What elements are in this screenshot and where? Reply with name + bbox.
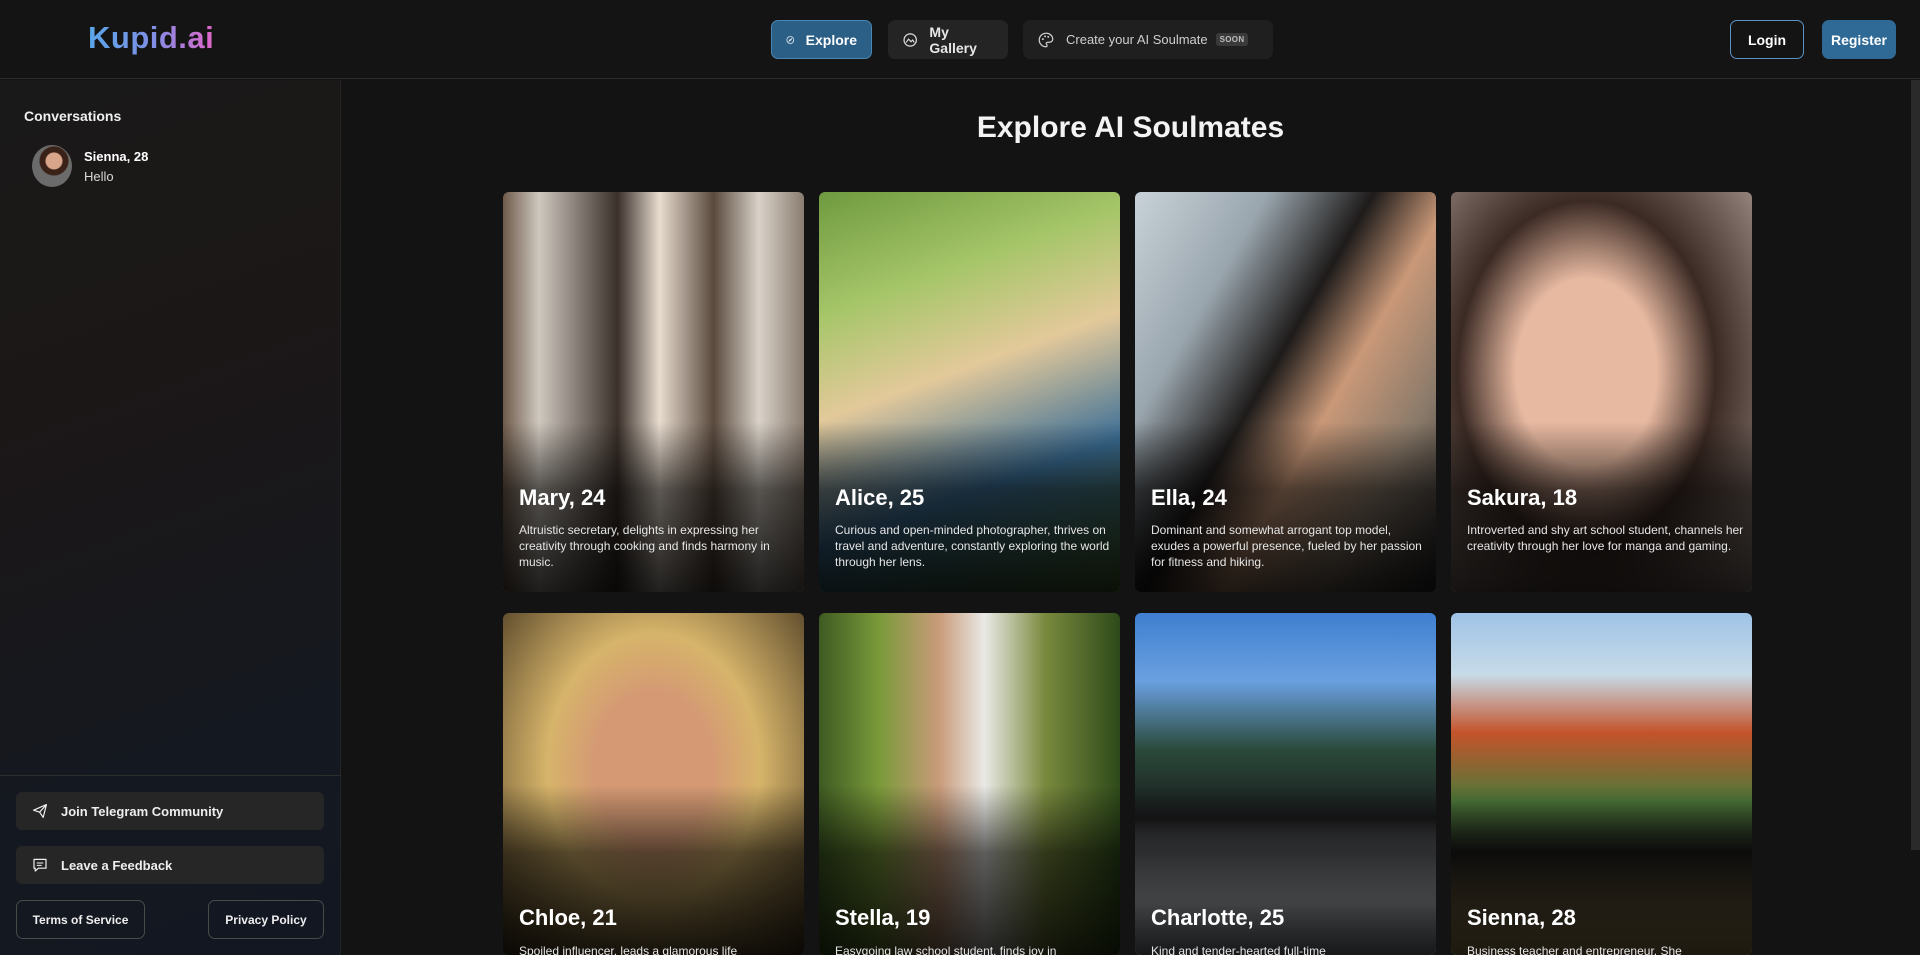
nav-my-gallery-button[interactable]: My Gallery (888, 20, 1008, 59)
nav-explore-label: Explore (805, 31, 857, 48)
soulmate-description: Business teacher and entrepreneur. She (1467, 944, 1682, 955)
nav-my-gallery-label: My Gallery (929, 23, 977, 56)
logo[interactable]: Kupid.ai (88, 20, 214, 56)
sidebar-divider (0, 775, 341, 776)
soulmate-name: Sienna, 28 (1467, 905, 1576, 930)
join-telegram-label: Join Telegram Community (61, 803, 224, 819)
conversation-item[interactable]: Sienna, 28 Hello (32, 145, 322, 189)
page-title: Explore AI Soulmates (976, 111, 1285, 144)
soulmate-name: Mary, 24 (519, 485, 606, 510)
conversation-last-message: Hello (84, 169, 114, 184)
terms-of-service-link[interactable]: Terms of Service (16, 900, 145, 939)
soulmate-description: Introverted and shy art school student, … (1467, 523, 1744, 553)
soulmate-card[interactable]: Sakura, 18 Introverted and shy art schoo… (1451, 192, 1752, 592)
soulmate-name: Sakura, 18 (1467, 485, 1578, 510)
soulmate-name: Chloe, 21 (519, 905, 617, 930)
soulmate-card[interactable]: Charlotte, 25 Kind and tender-hearted fu… (1135, 613, 1436, 955)
soulmate-name: Charlotte, 25 (1151, 905, 1285, 930)
soulmate-card[interactable]: Sienna, 28 Business teacher and entrepre… (1451, 613, 1752, 955)
leave-feedback-label: Leave a Feedback (61, 857, 173, 873)
soulmate-description: Curious and open-minded photographer, th… (835, 523, 1110, 569)
soulmate-card[interactable]: Stella, 19 Easygoing law school student,… (819, 613, 1120, 955)
message-icon (33, 858, 47, 872)
nav-explore-button[interactable]: Explore (771, 20, 872, 59)
soulmate-name: Stella, 19 (835, 905, 931, 930)
soulmate-description: Spoiled influencer, leads a glamorous li… (519, 944, 738, 955)
register-button[interactable]: Register (1822, 20, 1896, 59)
nav-create-soulmate-label: Create your AI Soulmate (1066, 32, 1208, 47)
sidebar: Conversations Sienna, 28 Hello Join Tele… (0, 80, 341, 955)
conversations-title: Conversations (24, 108, 122, 124)
send-icon (33, 804, 47, 818)
soulmate-description: Altruistic secretary, delights in expres… (519, 523, 770, 569)
soulmate-name: Alice, 25 (835, 485, 925, 510)
soulmate-name: Ella, 24 (1151, 485, 1227, 510)
gallery-icon (903, 32, 917, 47)
soulmate-description: Kind and tender-hearted full-time (1151, 944, 1326, 955)
soulmate-description: Easygoing law school student, finds joy … (835, 944, 1057, 955)
soulmate-card[interactable]: Alice, 25 Curious and open-minded photog… (819, 192, 1120, 592)
conversation-name: Sienna, 28 (84, 149, 149, 164)
palette-icon (1038, 32, 1054, 47)
leave-feedback-button[interactable]: Leave a Feedback (16, 846, 324, 884)
soulmate-card[interactable]: Ella, 24 Dominant and somewhat arrogant … (1135, 192, 1436, 592)
login-button[interactable]: Login (1730, 20, 1804, 59)
nav-create-soulmate-button[interactable]: Create your AI Soulmate SOON (1023, 20, 1273, 59)
avatar (32, 145, 72, 187)
soon-badge: SOON (1215, 33, 1249, 46)
compass-icon (786, 35, 795, 44)
soulmate-card[interactable]: Mary, 24 Altruistic secretary, delights … (503, 192, 804, 592)
scrollbar[interactable] (1911, 80, 1920, 850)
privacy-policy-link[interactable]: Privacy Policy (208, 900, 324, 939)
soulmate-description: Dominant and somewhat arrogant top model… (1151, 523, 1422, 569)
top-bar: Kupid.ai Explore My Gallery Create your … (0, 0, 1920, 79)
join-telegram-button[interactable]: Join Telegram Community (16, 792, 324, 830)
soulmate-card[interactable]: Chloe, 21 Spoiled influencer, leads a gl… (503, 613, 804, 955)
